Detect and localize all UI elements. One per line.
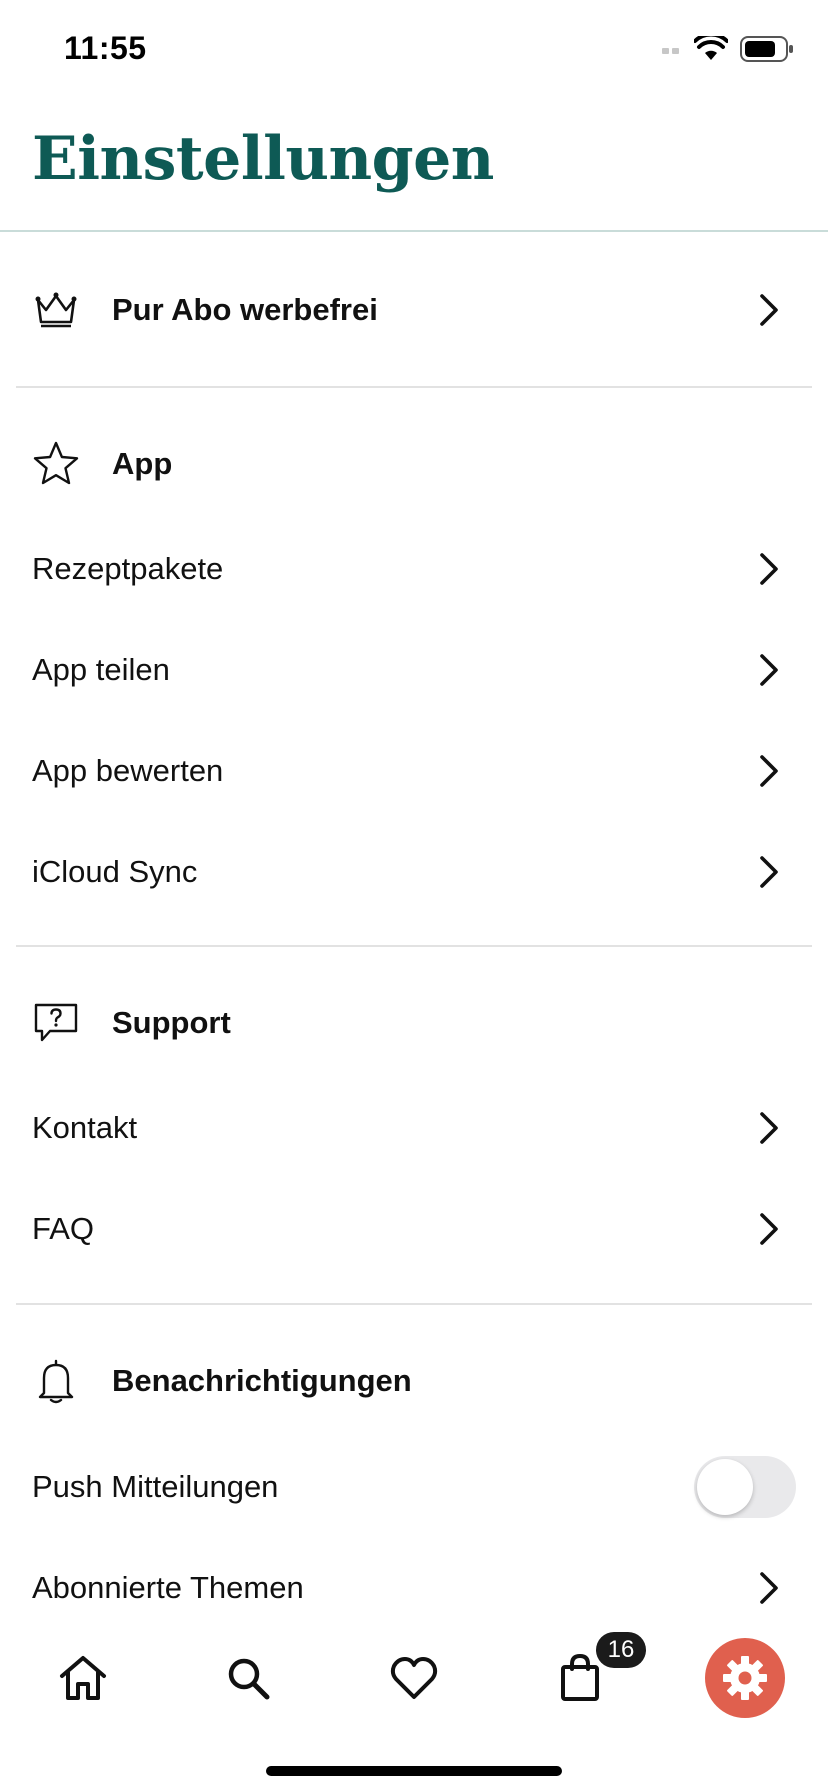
premium-row[interactable]: Pur Abo werbefrei (0, 262, 828, 358)
search-icon (228, 1658, 270, 1700)
menu-item-label: Abonnierte Themen (32, 1570, 304, 1605)
tab-settings[interactable] (705, 1638, 785, 1718)
battery-icon (740, 36, 793, 62)
chevron-right-icon (760, 1213, 778, 1245)
push-notifications-row: Push Mitteilungen (0, 1439, 828, 1535)
tab-favorites[interactable] (374, 1638, 454, 1718)
status-icons (662, 36, 794, 62)
section-title-support: Support (112, 1005, 231, 1040)
chevron-right-icon (760, 654, 778, 686)
chevron-right-icon (760, 294, 778, 326)
heart-icon (390, 1657, 438, 1699)
tab-bar: 16 (0, 1620, 828, 1748)
status-time: 11:55 (64, 30, 147, 66)
menu-item-app-bewerten[interactable]: App bewerten (0, 723, 828, 819)
chevron-right-icon (760, 553, 778, 585)
divider (16, 386, 812, 388)
menu-item-label: iCloud Sync (32, 854, 198, 889)
star-icon (33, 441, 79, 485)
section-title-notifications: Benachrichtigungen (112, 1363, 412, 1398)
menu-item-label: Rezeptpakete (32, 551, 224, 586)
help-bubble-icon (34, 1003, 78, 1042)
chevron-right-icon (760, 1112, 778, 1144)
tab-home[interactable] (43, 1638, 123, 1718)
divider (16, 945, 812, 947)
crown-icon (35, 292, 77, 328)
menu-item-icloud-sync[interactable]: iCloud Sync (0, 824, 828, 920)
wifi-icon (694, 36, 728, 60)
cart-count-badge: 16 (596, 1632, 646, 1668)
menu-item-app-teilen[interactable]: App teilen (0, 622, 828, 718)
menu-item-label: Kontakt (32, 1110, 138, 1145)
menu-item-faq[interactable]: FAQ (0, 1181, 828, 1277)
menu-item-rezeptpakete[interactable]: Rezeptpakete (0, 521, 828, 617)
premium-label: Pur Abo werbefrei (112, 292, 378, 327)
chevron-right-icon (760, 856, 778, 888)
chevron-right-icon (760, 755, 778, 787)
home-indicator (266, 1766, 562, 1776)
shopping-bag-icon (561, 1653, 599, 1701)
status-bar: 11:55 (0, 0, 828, 100)
push-notifications-toggle[interactable] (694, 1456, 796, 1518)
divider (16, 1303, 812, 1305)
section-header-notifications: Benachrichtigungen (0, 1333, 828, 1429)
menu-item-label: App bewerten (32, 753, 224, 788)
bell-icon (38, 1359, 74, 1404)
page-title: Einstellungen (32, 124, 494, 194)
tab-search[interactable] (208, 1638, 288, 1718)
chevron-right-icon (760, 1572, 778, 1604)
home-icon (60, 1656, 106, 1700)
section-header-support: Support (0, 975, 828, 1071)
menu-item-label: FAQ (32, 1211, 95, 1246)
menu-item-label: App teilen (32, 652, 170, 687)
navigation-header: Einstellungen (0, 100, 828, 232)
toggle-knob (697, 1459, 753, 1515)
signal-icon (662, 48, 679, 54)
section-title-app: App (112, 446, 173, 481)
menu-item-kontakt[interactable]: Kontakt (0, 1080, 828, 1176)
gear-icon (723, 1656, 767, 1700)
section-header-app: App (0, 416, 828, 512)
push-notifications-label: Push Mitteilungen (32, 1469, 279, 1504)
